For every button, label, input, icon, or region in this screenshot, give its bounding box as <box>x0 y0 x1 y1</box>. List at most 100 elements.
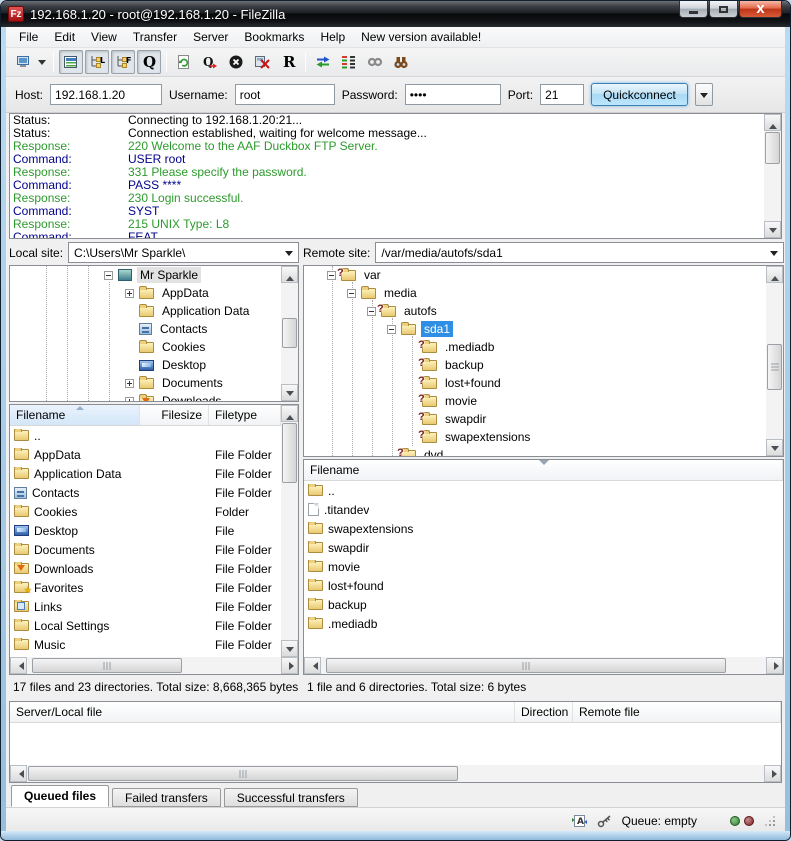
scroll-down-arrow[interactable] <box>281 640 298 657</box>
menu-help[interactable]: Help <box>312 28 353 46</box>
menu-edit[interactable]: Edit <box>46 28 83 46</box>
tree-item[interactable]: Mr Sparkle <box>10 266 281 284</box>
find-files-button[interactable] <box>389 50 413 74</box>
menu-view[interactable]: View <box>83 28 125 46</box>
column-header-filetype[interactable]: Filetype <box>209 405 281 425</box>
tree-item[interactable]: Cookies <box>10 338 281 356</box>
file-row[interactable]: swapextensions <box>304 519 783 538</box>
scrollbar-thumb[interactable] <box>767 344 782 390</box>
tab-successful-transfers[interactable]: Successful transfers <box>224 788 358 807</box>
collapse-expander-icon[interactable] <box>104 271 113 280</box>
scroll-down-arrow[interactable] <box>766 439 783 456</box>
column-header-server-local-file[interactable]: Server/Local file <box>10 702 515 722</box>
log-vertical-scrollbar[interactable] <box>764 114 781 238</box>
disconnect-button[interactable] <box>250 50 274 74</box>
transfer-queue[interactable]: Server/Local file Direction Remote file <box>9 701 782 783</box>
title-bar[interactable]: Fz 192.168.1.20 - root@192.168.1.20 - Fi… <box>1 1 790 27</box>
column-header-remote-file[interactable]: Remote file <box>573 702 781 722</box>
file-row[interactable]: backup <box>304 595 783 614</box>
file-row[interactable]: MusicFile Folder <box>10 635 281 654</box>
local-directory-tree[interactable]: Mr Sparkle AppData Application Data Cont… <box>9 265 299 402</box>
scrollbar-thumb[interactable] <box>282 423 297 483</box>
toggle-remote-tree-button[interactable]: F <box>111 50 135 74</box>
tree-item[interactable]: Downloads <box>10 392 281 402</box>
local-file-list[interactable]: Filename Filesize Filetype .. AppDataFil… <box>9 404 299 675</box>
synchronized-browsing-button[interactable] <box>311 50 335 74</box>
toggle-message-log-button[interactable] <box>59 50 83 74</box>
file-row[interactable]: Local SettingsFile Folder <box>10 616 281 635</box>
host-input[interactable] <box>50 84 162 105</box>
scroll-up-arrow[interactable] <box>281 405 298 422</box>
file-row[interactable]: .titandev <box>304 500 783 519</box>
file-row[interactable]: movie <box>304 557 783 576</box>
scroll-left-arrow[interactable] <box>304 657 321 674</box>
file-row[interactable]: swapdir <box>304 538 783 557</box>
tree-item[interactable]: autofs <box>304 302 766 320</box>
file-row[interactable]: DesktopFile <box>10 521 281 540</box>
collapse-expander-icon[interactable] <box>367 307 376 316</box>
tree-item[interactable]: lost+found <box>304 374 766 392</box>
scroll-up-arrow[interactable] <box>766 266 783 283</box>
refresh-button[interactable] <box>172 50 196 74</box>
tree-item[interactable]: movie <box>304 392 766 410</box>
remote-path-combobox[interactable]: /var/media/autofs/sda1 <box>375 242 784 263</box>
column-header-direction[interactable]: Direction <box>515 702 573 722</box>
remote-tree-vertical-scrollbar[interactable] <box>766 266 783 456</box>
tree-item[interactable]: backup <box>304 356 766 374</box>
menu-new-version[interactable]: New version available! <box>353 28 489 46</box>
column-header-filesize[interactable]: Filesize <box>140 405 209 425</box>
tree-item[interactable]: swapextensions <box>304 428 766 446</box>
tree-item[interactable]: media <box>304 284 766 302</box>
file-row[interactable]: .. <box>304 481 783 500</box>
scrollbar-thumb[interactable] <box>326 658 726 673</box>
scrollbar-thumb[interactable] <box>765 132 780 164</box>
site-manager-dropdown-icon[interactable] <box>38 60 46 69</box>
expand-expander-icon[interactable] <box>125 289 134 298</box>
minimize-button[interactable] <box>679 1 708 18</box>
quickconnect-dropdown-button[interactable] <box>695 83 713 106</box>
scroll-right-arrow[interactable] <box>281 657 298 674</box>
collapse-expander-icon[interactable] <box>387 325 396 334</box>
remote-list-horizontal-scrollbar[interactable] <box>304 657 783 674</box>
tab-failed-transfers[interactable]: Failed transfers <box>112 788 221 807</box>
collapse-expander-icon[interactable] <box>347 289 356 298</box>
file-row[interactable]: Application DataFile Folder <box>10 464 281 483</box>
scrollbar-thumb[interactable] <box>32 658 182 673</box>
scroll-up-arrow[interactable] <box>764 114 781 131</box>
tree-item[interactable]: dvd <box>304 446 766 457</box>
toggle-queue-button[interactable]: Q <box>137 50 161 74</box>
menu-bookmarks[interactable]: Bookmarks <box>236 28 312 46</box>
file-row[interactable]: .mediadb <box>304 614 783 633</box>
tree-item[interactable]: var <box>304 266 766 284</box>
menu-file[interactable]: File <box>11 28 46 46</box>
scroll-right-arrow[interactable] <box>766 657 783 674</box>
maximize-button[interactable] <box>709 1 738 18</box>
close-button[interactable]: X <box>739 1 782 18</box>
site-manager-button[interactable] <box>12 50 36 74</box>
scroll-down-arrow[interactable] <box>764 221 781 238</box>
tab-queued-files[interactable]: Queued files <box>11 785 109 807</box>
file-row[interactable]: CookiesFolder <box>10 502 281 521</box>
local-list-horizontal-scrollbar[interactable] <box>10 657 298 674</box>
file-row[interactable]: LinksFile Folder <box>10 597 281 616</box>
port-input[interactable] <box>540 84 584 105</box>
tree-item[interactable]: sda1 <box>304 320 766 338</box>
resize-grip[interactable] <box>765 816 775 826</box>
username-input[interactable] <box>235 84 335 105</box>
scroll-left-arrow[interactable] <box>10 765 27 782</box>
tree-item[interactable]: Documents <box>10 374 281 392</box>
tree-item[interactable]: Contacts <box>10 320 281 338</box>
directory-comparison-button[interactable] <box>337 50 361 74</box>
file-row[interactable]: FavoritesFile Folder <box>10 578 281 597</box>
remote-file-list[interactable]: Filename .. .titandev swapextensions swa… <box>303 459 784 675</box>
column-header-filename[interactable]: Filename <box>10 405 140 425</box>
file-row[interactable]: ContactsFile Folder <box>10 483 281 502</box>
file-row[interactable]: AppDataFile Folder <box>10 445 281 464</box>
cancel-operation-button[interactable] <box>224 50 248 74</box>
tree-item[interactable]: AppData <box>10 284 281 302</box>
password-input[interactable] <box>405 84 501 105</box>
queue-horizontal-scrollbar[interactable] <box>10 765 781 782</box>
scroll-down-arrow[interactable] <box>281 384 298 401</box>
process-queue-button[interactable]: Q <box>198 50 222 74</box>
tree-item[interactable]: swapdir <box>304 410 766 428</box>
